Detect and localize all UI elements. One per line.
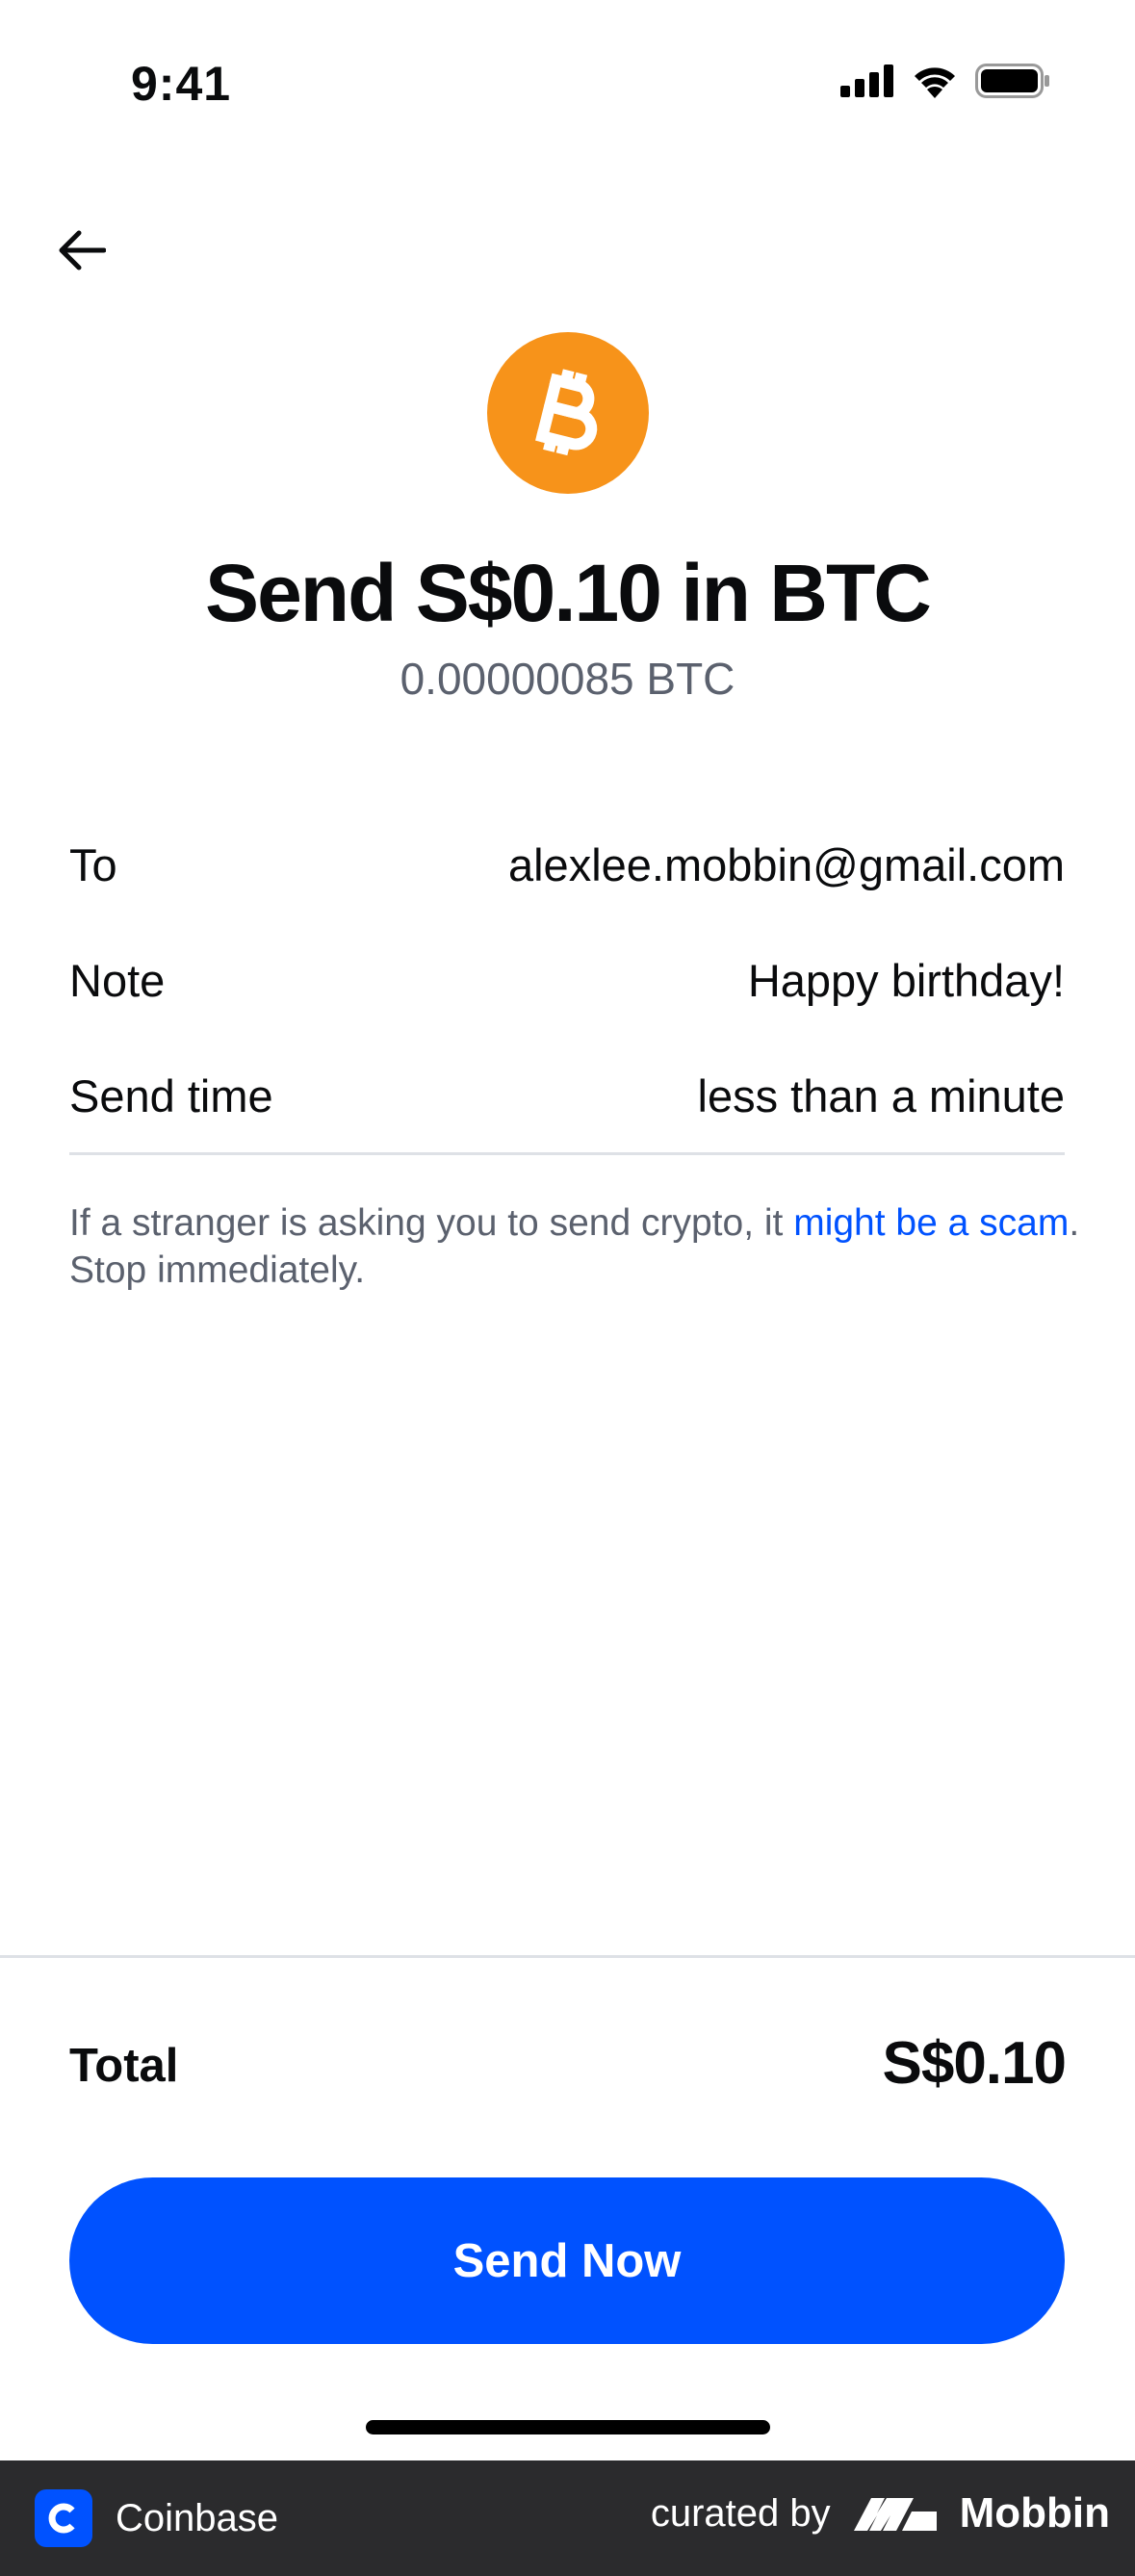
total-label: Total — [69, 2040, 179, 2092]
footer-divider — [0, 1955, 1135, 1958]
back-arrow-icon — [59, 230, 106, 270]
status-time: 9:41 — [131, 57, 232, 111]
curator-name: Mobbin — [959, 2489, 1110, 2537]
bitcoin-logo — [487, 332, 649, 494]
wifi-icon — [915, 67, 955, 98]
signal-icon — [840, 64, 893, 97]
scam-warning: If a stranger is asking you to send cryp… — [69, 1199, 1090, 1294]
total-value: S$0.10 — [882, 2030, 1067, 2097]
home-indicator — [366, 2420, 770, 2434]
detail-label: Note — [69, 954, 166, 1006]
back-button[interactable] — [54, 223, 108, 277]
detail-row-to: To alexlee.mobbin@gmail.com — [69, 807, 1065, 922]
brand-bar: Coinbase curated by Mobbin — [0, 2460, 1135, 2576]
detail-label: To — [69, 838, 117, 890]
status-icons — [840, 64, 1050, 98]
curated-by-label: curated by — [650, 2491, 831, 2535]
detail-row-send-time: Send time less than a minute — [69, 1038, 1065, 1153]
battery-icon — [975, 64, 1049, 98]
detail-label: Send time — [69, 1069, 273, 1121]
recipient-value: alexlee.mobbin@gmail.com — [507, 838, 1065, 890]
detail-row-note: Note Happy birthday! — [69, 922, 1065, 1038]
app-name: Coinbase — [116, 2496, 279, 2539]
app-brand: Coinbase — [35, 2489, 278, 2547]
send-time-value: less than a minute — [697, 1069, 1065, 1121]
curator-brand: curated by Mobbin — [651, 2489, 1110, 2537]
divider — [69, 1152, 1065, 1155]
bitcoin-icon — [535, 369, 598, 456]
coinbase-logo-icon — [35, 2489, 92, 2547]
transaction-details: To alexlee.mobbin@gmail.com Note Happy b… — [69, 807, 1065, 1153]
status-bar: 9:41 — [0, 0, 1135, 168]
mobbin-logo-icon — [853, 2498, 937, 2531]
page-title: Send S$0.10 in BTC — [205, 548, 932, 638]
send-now-button[interactable]: Send Now — [69, 2177, 1065, 2344]
warning-text: If a stranger is asking you to send cryp… — [69, 1202, 794, 1244]
note-value: Happy birthday! — [747, 954, 1065, 1006]
crypto-amount: 0.00000085 BTC — [400, 654, 735, 704]
scam-info-link[interactable]: might be a scam — [793, 1202, 1069, 1244]
